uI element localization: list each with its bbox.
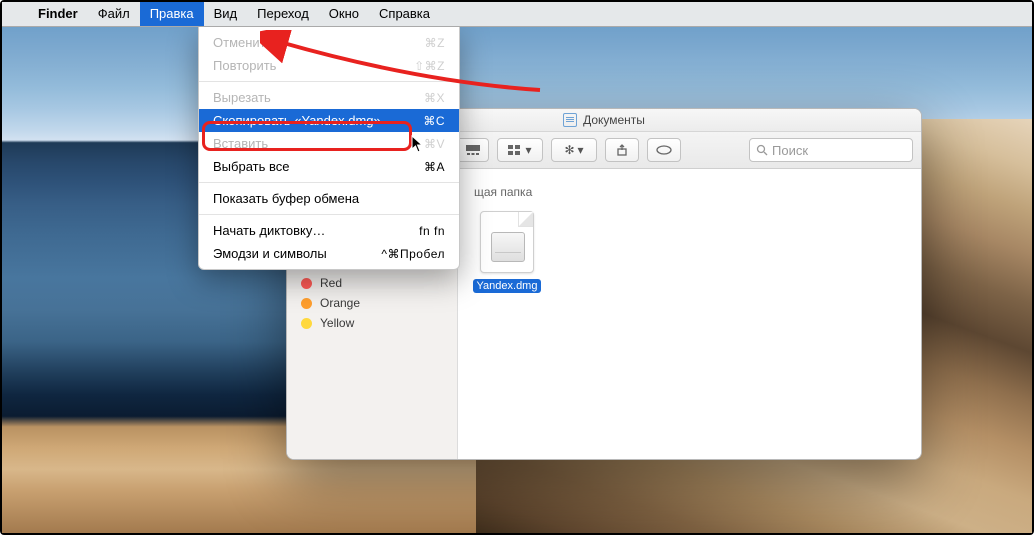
dd-dictation[interactable]: Начать диктовку…fn fn: [199, 219, 459, 242]
dd-show-clipboard[interactable]: Показать буфер обмена: [199, 187, 459, 210]
menu-help[interactable]: Справка: [369, 2, 440, 26]
arrange-button[interactable]: ▾: [497, 138, 543, 162]
dd-cut: Вырезать⌘X: [199, 86, 459, 109]
sidebar-tag-red[interactable]: Red: [287, 273, 457, 293]
menu-bar: Finder Файл Правка Вид Переход Окно Спра…: [2, 2, 1032, 27]
dd-sep: [199, 81, 459, 82]
share-button[interactable]: [605, 138, 639, 162]
dd-undo: Отменить⌘Z: [199, 31, 459, 54]
dd-sep: [199, 182, 459, 183]
finder-title: Документы: [583, 113, 645, 127]
dd-emoji[interactable]: Эмодзи и символы^⌘Пробел: [199, 242, 459, 265]
dd-sep: [199, 214, 459, 215]
dd-redo: Повторить⇧⌘Z: [199, 54, 459, 77]
tag-dot-icon: [301, 278, 312, 289]
tags-button[interactable]: [647, 138, 681, 162]
sidebar-tag-yellow[interactable]: Yellow: [287, 313, 457, 333]
file-name: Yandex.dmg: [473, 279, 542, 293]
menu-file[interactable]: Файл: [88, 2, 140, 26]
action-button[interactable]: ✻▾: [551, 138, 597, 162]
menu-view[interactable]: Вид: [204, 2, 248, 26]
menu-go[interactable]: Переход: [247, 2, 319, 26]
menu-edit[interactable]: Правка: [140, 2, 204, 26]
sidebar-item-label: Yellow: [320, 316, 354, 330]
dd-select-all[interactable]: Выбрать все⌘A: [199, 155, 459, 178]
search-placeholder: Поиск: [772, 143, 808, 158]
dd-paste: Вставить⌘V: [199, 132, 459, 155]
file-item[interactable]: Yandex.dmg: [472, 211, 542, 293]
sidebar-item-label: Orange: [320, 296, 360, 310]
dmg-file-icon: [480, 211, 534, 273]
chevron-down-icon: ▾: [525, 143, 531, 157]
tag-dot-icon: [301, 298, 312, 309]
search-icon: [756, 144, 768, 156]
screen: Finder Файл Правка Вид Переход Окно Спра…: [0, 0, 1034, 535]
gallery-view-button[interactable]: [458, 138, 489, 162]
tag-dot-icon: [301, 318, 312, 329]
folder-title-icon: [563, 113, 577, 127]
path-fragment: щая папка: [472, 183, 907, 211]
search-field[interactable]: Поиск: [749, 138, 913, 162]
menu-app[interactable]: Finder: [28, 2, 88, 26]
sidebar-tag-orange[interactable]: Orange: [287, 293, 457, 313]
menu-window[interactable]: Окно: [319, 2, 369, 26]
edit-dropdown: Отменить⌘Z Повторить⇧⌘Z Вырезать⌘X Скопи…: [198, 26, 460, 270]
sidebar-item-label: Red: [320, 276, 342, 290]
gear-icon: ✻: [564, 143, 574, 157]
finder-content[interactable]: щая папка Yandex.dmg: [458, 169, 921, 460]
chevron-down-icon: ▾: [578, 143, 584, 157]
dd-copy[interactable]: Скопировать «Yandex.dmg»⌘C: [199, 109, 459, 132]
